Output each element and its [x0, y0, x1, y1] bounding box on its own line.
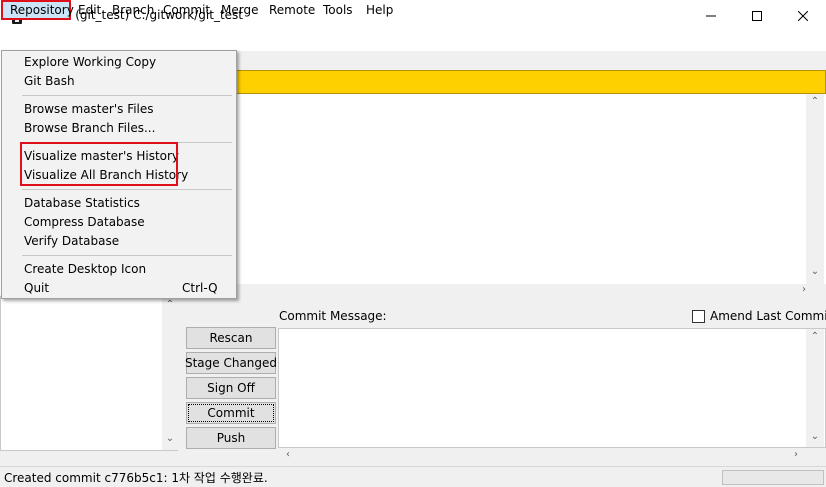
menu-remote[interactable]: Remote [269, 0, 315, 20]
scroll-up-icon[interactable]: ⌃ [807, 331, 823, 342]
scroll-left-icon[interactable]: ‹ [280, 449, 296, 460]
menu-item-explore-working-copy[interactable]: Explore Working Copy [24, 53, 156, 72]
scroll-right-icon[interactable]: › [788, 449, 804, 460]
rescan-button[interactable]: Rescan [186, 327, 276, 349]
message-horizontal-scrollbar[interactable]: ‹ › [278, 448, 806, 464]
menu-branch[interactable]: Branch [112, 0, 154, 20]
diff-vertical-scrollbar[interactable]: ⌃ ⌄ [806, 94, 824, 284]
menu-item-compress-database[interactable]: Compress Database [24, 213, 145, 232]
close-icon [798, 10, 808, 21]
maximize-button[interactable] [734, 0, 780, 31]
diff-view[interactable] [178, 94, 826, 284]
commit-message-input[interactable] [278, 328, 826, 448]
menu-merge[interactable]: Merge [221, 0, 258, 20]
diff-header-band [178, 51, 826, 70]
quit-shortcut: Ctrl-Q [182, 281, 218, 295]
scroll-right-icon[interactable]: › [796, 284, 812, 295]
close-button[interactable] [780, 0, 826, 31]
menu-item-verify-database[interactable]: Verify Database [24, 232, 119, 251]
amend-checkbox[interactable] [692, 310, 705, 323]
status-progress [722, 470, 824, 485]
staged-changes-pane[interactable] [0, 296, 178, 451]
menu-tools[interactable]: Tools [323, 0, 353, 20]
menu-item-quit[interactable]: Quit [24, 279, 49, 298]
scroll-down-icon[interactable]: ⌄ [162, 433, 178, 444]
status-message: Created commit c776b5c1: 1차 작업 수행완료. [4, 471, 268, 485]
diff-file-header [178, 70, 826, 94]
push-button[interactable]: Push [186, 427, 276, 449]
menu-bar [0, 31, 826, 51]
message-vertical-scrollbar[interactable]: ⌃ ⌄ [806, 329, 824, 447]
menu-item-browse-master-files[interactable]: Browse master's Files [24, 100, 154, 119]
menu-separator [22, 95, 232, 96]
menu-help[interactable]: Help [366, 0, 393, 20]
menu-item-git-bash[interactable]: Git Bash [24, 72, 75, 91]
scroll-down-icon[interactable]: ⌄ [807, 431, 823, 442]
annotation-highlight-box [20, 142, 178, 186]
scroll-up-icon[interactable]: ⌃ [162, 299, 178, 310]
menu-edit[interactable]: Edit [78, 0, 101, 20]
menu-item-database-statistics[interactable]: Database Statistics [24, 194, 140, 213]
sign-off-button[interactable]: Sign Off [186, 377, 276, 399]
maximize-icon [752, 10, 762, 21]
staged-scrollbar[interactable]: ⌃ ⌄ [162, 297, 178, 450]
amend-label[interactable]: Amend Last Commit [710, 309, 826, 323]
menu-repository[interactable]: Repository [1, 0, 74, 20]
stage-changed-button[interactable]: Stage Changed [185, 352, 277, 374]
menu-item-create-desktop-icon[interactable]: Create Desktop Icon [24, 260, 146, 279]
menu-separator [22, 189, 232, 190]
menu-separator [22, 255, 232, 256]
menu-item-browse-branch-files[interactable]: Browse Branch Files... [24, 119, 155, 138]
scroll-up-icon[interactable]: ⌃ [807, 96, 823, 107]
minimize-icon [706, 15, 716, 16]
minimize-button[interactable] [688, 0, 734, 31]
diff-horizontal-scrollbar[interactable]: › [178, 284, 824, 298]
scroll-down-icon[interactable]: ⌄ [807, 266, 823, 277]
commit-button[interactable]: Commit [186, 402, 276, 424]
menu-commit[interactable]: Commit [163, 0, 210, 20]
commit-message-label: Commit Message: [279, 309, 387, 323]
